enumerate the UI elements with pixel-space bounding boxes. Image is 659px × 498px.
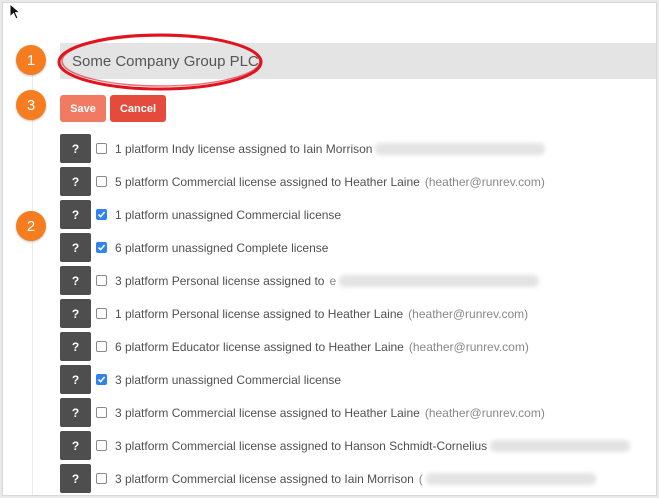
check-icon	[97, 376, 106, 383]
company-name-field[interactable]: Some Company Group PLC	[60, 43, 656, 79]
license-row: ? 3 platform Commercial license assigned …	[60, 398, 545, 427]
license-row: ? 1 platform Personal license assigned to…	[60, 299, 528, 328]
license-help-button[interactable]: ?	[60, 431, 91, 460]
license-help-button[interactable]: ?	[60, 299, 91, 328]
license-label: 3 platform unassigned Commercial license	[115, 372, 342, 387]
license-row: ? 3 platform Commercial license assigned …	[60, 431, 631, 460]
check-icon	[97, 211, 106, 218]
license-group-panel: 1 3 2 Some Company Group PLC Save Cancel…	[2, 2, 657, 496]
license-help-button[interactable]: ?	[60, 332, 91, 361]
license-help-button[interactable]: ?	[60, 398, 91, 427]
redacted-email	[425, 472, 596, 485]
license-label: 3 platform Commercial license assigned t…	[115, 405, 420, 420]
step-badge-3: 3	[16, 90, 46, 120]
license-label: 3 platform Personal license assigned to	[115, 273, 325, 288]
license-label: 6 platform Educator license assigned to …	[115, 339, 404, 354]
step-badge-2: 2	[16, 211, 46, 241]
cancel-button[interactable]: Cancel	[110, 95, 166, 122]
license-row: ? 3 platform Personal license assigned to…	[60, 266, 540, 295]
save-button[interactable]: Save	[60, 95, 106, 122]
company-name-text: Some Company Group PLC	[72, 52, 259, 70]
license-row: ? 3 platform Commercial license assigned …	[60, 464, 596, 493]
license-email: (heather@runrev.com)	[424, 405, 545, 420]
redacted-email	[339, 274, 540, 287]
license-checkbox[interactable]	[96, 209, 107, 220]
redacted-email	[490, 439, 631, 452]
license-help-button[interactable]: ?	[60, 464, 91, 493]
license-checkbox[interactable]	[96, 341, 107, 352]
license-help-button[interactable]: ?	[60, 167, 91, 196]
license-email: e	[329, 273, 337, 288]
license-email: (	[418, 471, 423, 486]
license-label: 1 platform Personal license assigned to …	[115, 306, 404, 321]
license-email: (heather@runrev.com)	[424, 174, 545, 189]
license-checkbox[interactable]	[96, 473, 107, 484]
left-divider	[32, 69, 33, 495]
license-label: 3 platform Commercial license assigned t…	[115, 471, 414, 486]
license-help-button[interactable]: ?	[60, 365, 91, 394]
license-checkbox[interactable]	[96, 308, 107, 319]
license-label: 5 platform Commercial license assigned t…	[115, 174, 420, 189]
license-row: ? 5 platform Commercial license assigned …	[60, 167, 545, 196]
license-checkbox[interactable]	[96, 242, 107, 253]
license-row: ? 6 platform Educator license assigned to…	[60, 332, 529, 361]
license-label: 1 platform unassigned Commercial license	[115, 207, 342, 222]
license-label: 6 platform unassigned Complete license	[115, 240, 329, 255]
license-email: (heather@runrev.com)	[408, 339, 529, 354]
license-row: ? 3 platform unassigned Commercial licens…	[60, 365, 341, 394]
license-checkbox[interactable]	[96, 275, 107, 286]
license-label: 3 platform Commercial license assigned t…	[115, 438, 488, 453]
license-row: ? 1 platform unassigned Commercial licens…	[60, 200, 341, 229]
license-help-button[interactable]: ?	[60, 134, 91, 163]
license-checkbox[interactable]	[96, 374, 107, 385]
redacted-email	[375, 142, 546, 155]
license-label: 1 platform Indy license assigned to Iain…	[115, 141, 373, 156]
license-help-button[interactable]: ?	[60, 266, 91, 295]
license-checkbox[interactable]	[96, 143, 107, 154]
check-icon	[97, 244, 106, 251]
mouse-cursor-icon	[9, 3, 22, 20]
license-checkbox[interactable]	[96, 407, 107, 418]
license-checkbox[interactable]	[96, 176, 107, 187]
license-checkbox[interactable]	[96, 440, 107, 451]
license-email: (heather@runrev.com)	[408, 306, 529, 321]
license-help-button[interactable]: ?	[60, 200, 91, 229]
step-badge-1: 1	[16, 45, 46, 75]
license-row: ? 1 platform Indy license assigned to Iai…	[60, 134, 546, 163]
license-row: ? 6 platform unassigned Complete license	[60, 233, 328, 262]
license-help-button[interactable]: ?	[60, 233, 91, 262]
